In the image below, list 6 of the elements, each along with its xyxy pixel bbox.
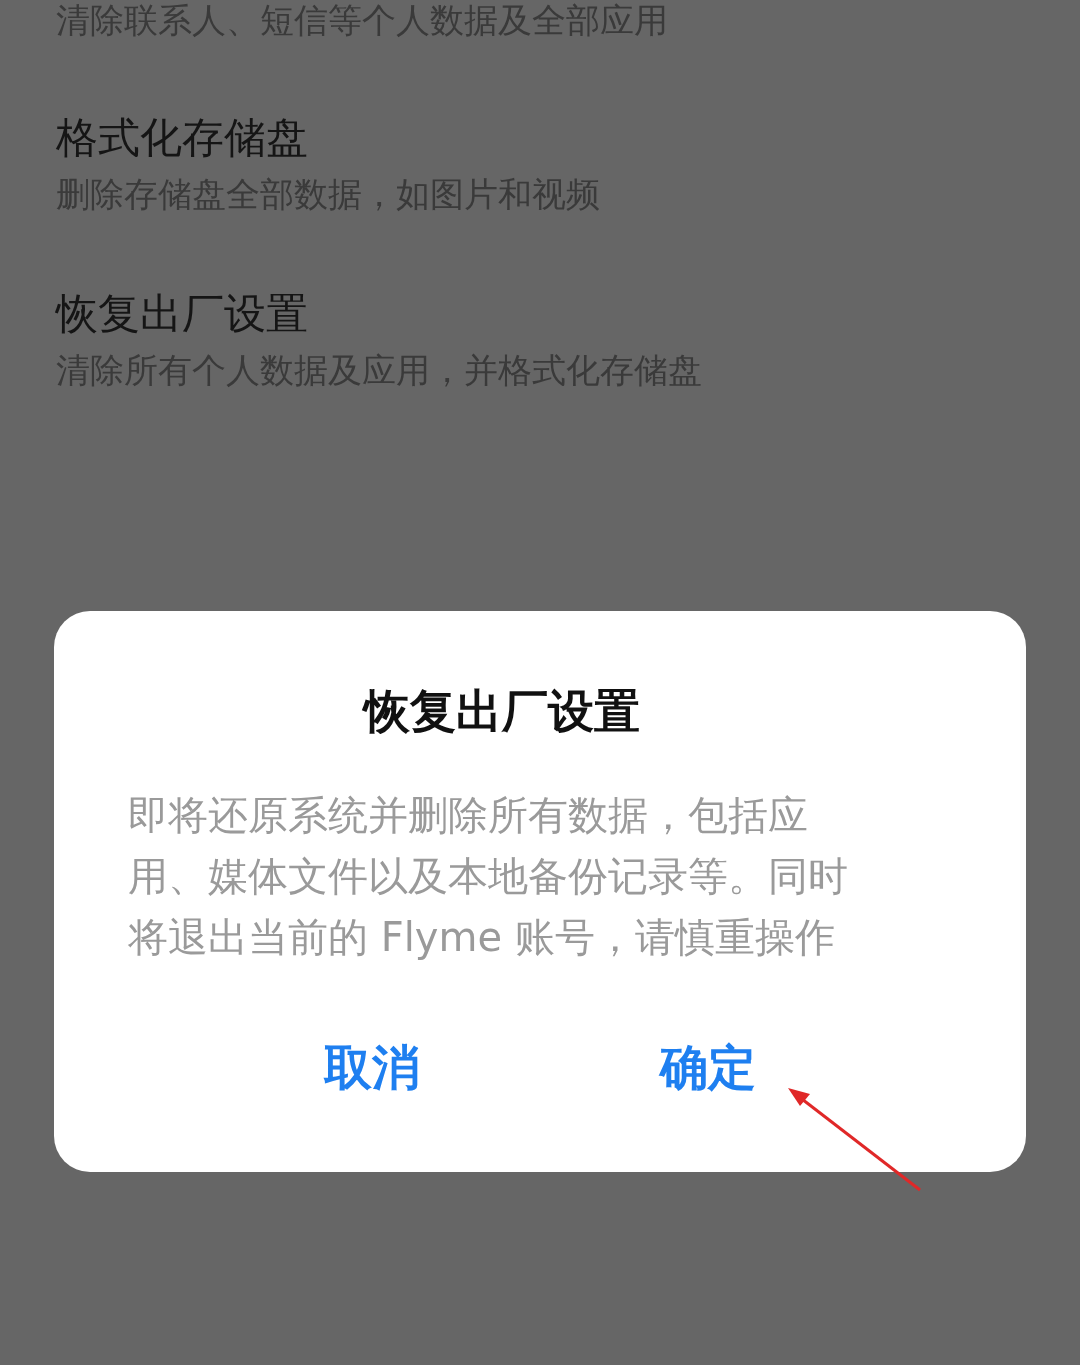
- setting-title[interactable]: 格式化存储盘: [56, 112, 1024, 164]
- cancel-button[interactable]: 取消: [314, 1032, 430, 1104]
- dialog-title: 恢复出厂设置: [361, 683, 641, 740]
- dialog-message: 即将还原系统并删除所有数据，包括应用、媒体文件以及本地备份记录等。同时将退出当前的 Flyme 账号，请慎重操作: [128, 791, 849, 962]
- confirm-button[interactable]: 确定: [650, 1032, 766, 1104]
- setting-title[interactable]: 恢复出厂设置: [56, 288, 1024, 340]
